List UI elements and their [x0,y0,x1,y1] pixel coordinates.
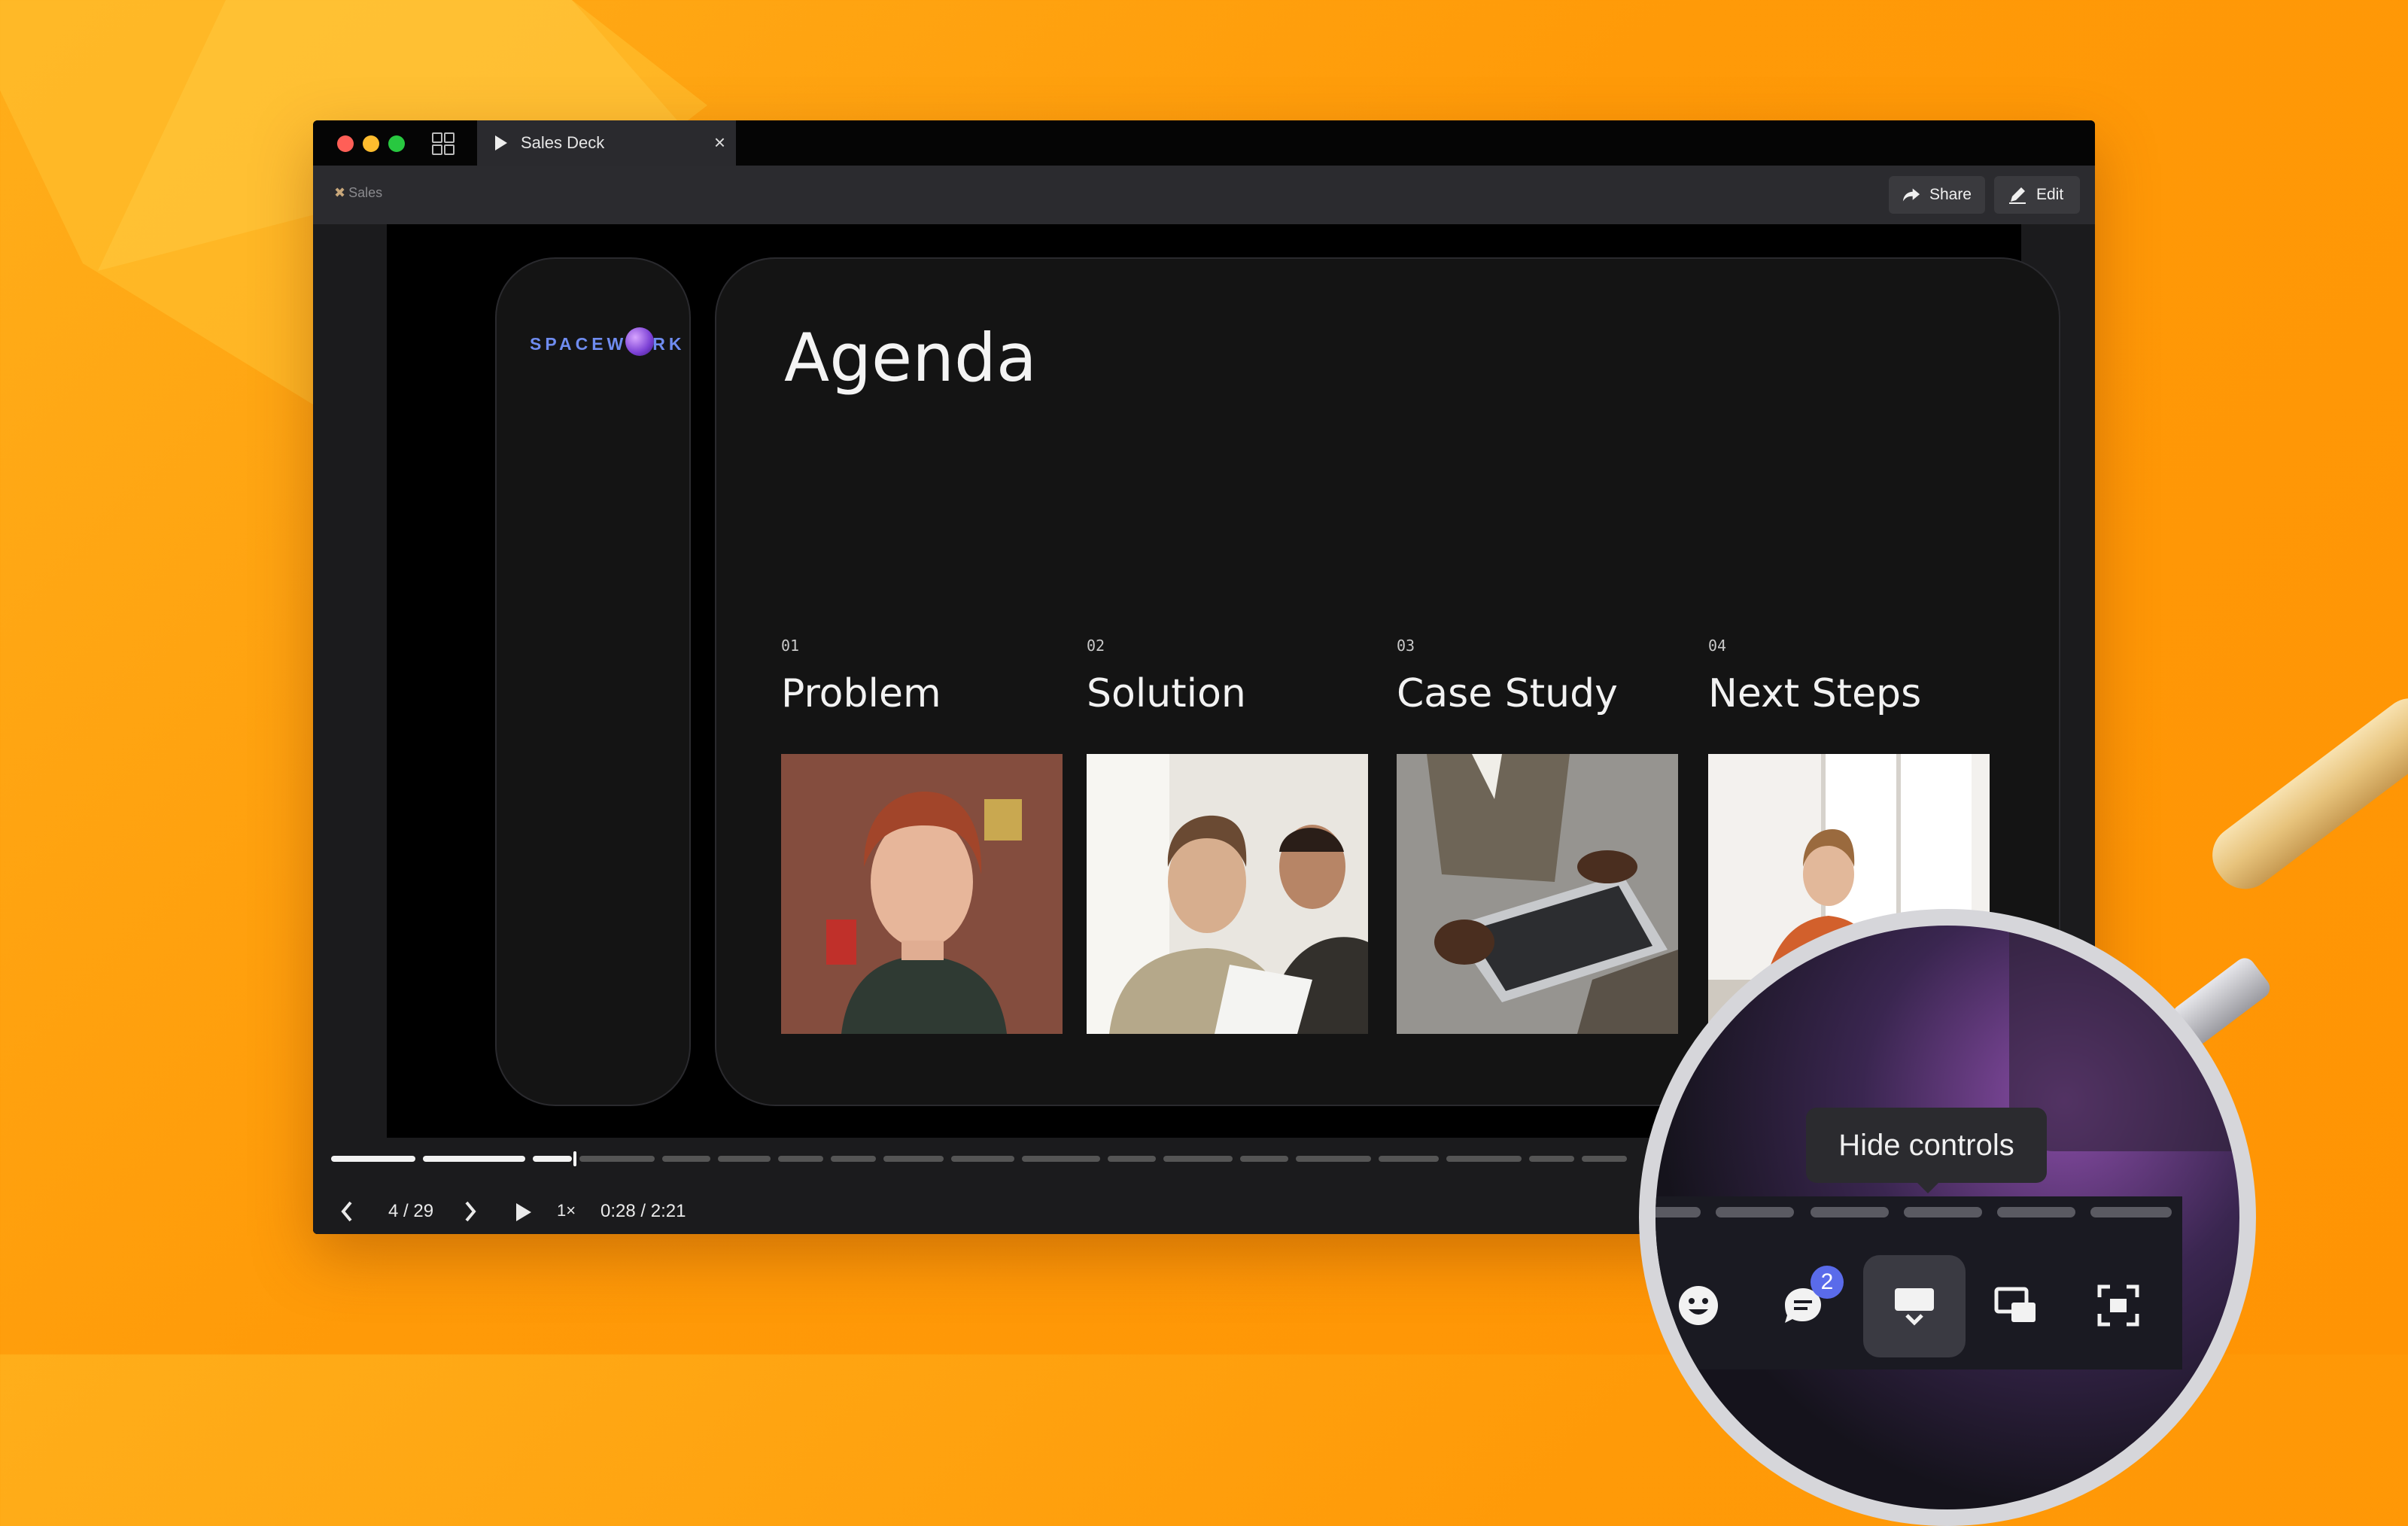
magnified-progress-segment [1997,1207,2075,1217]
picture-in-picture-icon [1994,1287,2036,1322]
tab-sales-deck[interactable]: Sales Deck × [477,120,736,166]
progress-segment[interactable] [1163,1156,1233,1162]
agenda-item-label: Solution [1087,671,1246,716]
comments-count-badge: 2 [1811,1266,1844,1299]
progress-segment[interactable] [778,1156,823,1162]
magnified-control-bar: 2 [1655,1196,2182,1369]
speed-button[interactable]: 1× [557,1201,576,1220]
reactions-button[interactable] [1657,1264,1740,1347]
slide-side-panel: SPACEW RK [495,257,691,1106]
agenda-item-problem: 01 Problem [781,637,1063,1034]
time-display: 0:28 / 2:21 [600,1201,686,1221]
laptop-photo [1397,754,1678,1034]
agenda-item-case-study: 03 Case Study [1397,637,1678,1034]
magnifier-handle [2200,686,2408,901]
play-icon [495,135,507,150]
logo-text-end: RK [652,334,686,354]
comments-button[interactable]: 2 [1761,1264,1844,1347]
fullscreen-button[interactable] [2077,1264,2160,1347]
magnified-progress-segment [1811,1207,1889,1217]
hide-controls-tooltip: Hide controls [1806,1108,2047,1193]
magnified-progress-segment [1716,1207,1794,1217]
progress-segment[interactable] [662,1156,710,1162]
progress-segment[interactable] [718,1156,771,1162]
smiley-icon [1679,1286,1718,1325]
progress-segment[interactable] [1108,1156,1156,1162]
play-icon [516,1203,531,1221]
agenda-item-next-steps: 04 Next Steps [1708,637,1990,1034]
hide-controls-button[interactable] [1863,1255,1966,1357]
fullscreen-icon [2097,1284,2139,1327]
progress-segment[interactable] [831,1156,876,1162]
agenda-item-label: Next Steps [1708,671,1922,716]
play-button[interactable] [515,1202,533,1227]
progress-segment[interactable] [883,1156,944,1162]
magnified-progress-segment [1655,1207,1701,1217]
edit-icon [2009,187,2026,204]
tab-title: Sales Deck [521,133,605,152]
logo-text-start: SPACEW [530,334,628,354]
magnified-progress-segment [1904,1207,1982,1217]
share-button[interactable]: Share [1889,176,1985,214]
share-icon [1902,188,1920,202]
edit-button[interactable]: Edit [1994,176,2080,214]
progress-segment[interactable] [1296,1156,1371,1162]
close-tab-icon[interactable]: × [714,131,725,154]
toolbar: ✖ Sales Share Edit [313,166,2095,224]
agenda-item-solution: 02 Solution [1087,637,1368,1034]
progress-segment[interactable] [1529,1156,1574,1162]
minimize-window-button[interactable] [363,135,379,152]
progress-segment[interactable] [331,1156,415,1162]
progress-segment[interactable] [423,1156,525,1162]
breadcrumb[interactable]: ✖ Sales [334,185,382,201]
progress-segment[interactable] [1022,1156,1100,1162]
progress-segment[interactable] [579,1156,655,1162]
progress-segment[interactable] [951,1156,1014,1162]
progress-segment[interactable] [1446,1156,1522,1162]
spacework-logo: SPACEW RK [530,327,686,356]
progress-segment[interactable] [1582,1156,1627,1162]
page-indicator: 4 / 29 [388,1201,434,1221]
progress-segment[interactable] [533,1156,572,1162]
hide-controls-icon [1895,1288,1934,1326]
magnified-progress-segment [2090,1207,2172,1217]
agenda-item-number: 01 [781,637,800,655]
chevron-left-icon [341,1201,352,1222]
previous-slide-button[interactable] [340,1201,354,1227]
maximize-window-button[interactable] [388,135,405,152]
workspace-icon: ✖ [334,185,346,200]
magnified-controls: Hide controls 2 [1655,926,2239,1509]
agenda-item-number: 02 [1087,637,1105,655]
progress-segment[interactable] [1240,1156,1288,1162]
agenda-item-number: 03 [1397,637,1415,655]
woman-portrait-photo [781,754,1063,1034]
slide-title: Agenda [784,319,1037,397]
progress-segment[interactable] [1379,1156,1439,1162]
chevron-right-icon [465,1201,476,1222]
next-slide-button[interactable] [464,1201,477,1227]
title-bar: Sales Deck × [313,120,2095,166]
men-meeting-photo [1087,754,1368,1034]
breadcrumb-label: Sales [348,185,383,200]
planet-icon [625,327,655,356]
agenda-item-label: Problem [781,671,941,716]
progress-playhead[interactable] [573,1151,576,1166]
edit-label: Edit [2036,186,2064,203]
agenda-item-label: Case Study [1397,671,1618,716]
picture-in-picture-button[interactable] [1975,1264,2057,1347]
share-label: Share [1929,186,1972,203]
agenda-item-number: 04 [1708,637,1727,655]
grid-icon[interactable] [432,132,455,155]
magnifier-lens: Hide controls 2 [1639,909,2256,1526]
close-window-button[interactable] [337,135,354,152]
